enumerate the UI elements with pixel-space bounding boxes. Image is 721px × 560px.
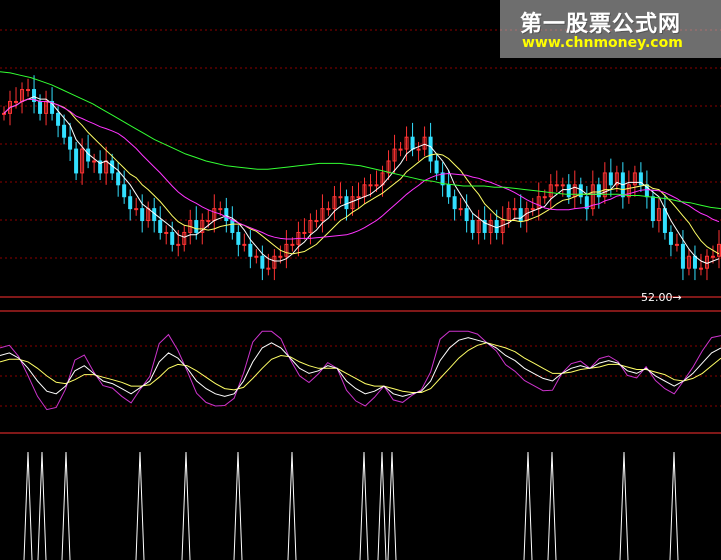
candle-body [680,243,685,269]
candle-body [314,220,319,223]
candle-body [710,255,715,258]
candle-body [434,160,439,174]
candle-body [260,255,265,269]
candle-body [278,255,283,258]
candle-body [74,148,79,174]
low-price-label: 52.00→ [641,291,682,304]
ma-trend-line [0,71,721,210]
candle-body [92,160,97,163]
candle-body [494,220,499,233]
candle-body [248,243,253,257]
candle-body [596,184,601,198]
candle-body [446,184,451,198]
osc-d-line [0,342,721,393]
candle-body [68,136,73,150]
candle-body [218,208,223,211]
candle-body [116,172,121,186]
candle-body [692,255,697,269]
signal-spike [547,451,557,560]
signal-spike [387,451,397,560]
signal-spike [23,451,33,560]
candle-body [254,255,259,258]
candle-body [650,196,655,222]
watermark-title: 第一股票公式网 [520,12,682,37]
candle-body [374,184,379,187]
candle-body [452,196,457,210]
candle-body [470,220,475,233]
candle-body [542,196,547,199]
candle-body [458,208,463,211]
watermark-url: www.chnmoney.com [522,35,683,51]
candle-body [674,243,679,246]
signal-spike [181,451,191,560]
candle-body [128,196,133,210]
signal-spikes [23,451,679,560]
candle-body [206,220,211,223]
candle-body [170,231,175,245]
signal-spike [233,451,243,560]
oscillator-lines [0,330,721,411]
candle-body [62,124,67,138]
candle-body [518,208,523,222]
candle-body [26,89,31,92]
candle-body [56,112,61,126]
candle-body [194,220,199,233]
candle-body [668,231,673,245]
candle-body [14,100,19,103]
low-price-value: 52.00 [641,291,673,304]
panel-separators [0,296,721,434]
candle-body [302,231,307,234]
candle-body [416,148,421,151]
candle-body [554,184,559,187]
candle-body [236,231,241,245]
candle-body [368,184,373,187]
grid-lines [0,29,721,407]
low-arrow-icon: → [672,291,682,304]
candle-body [698,267,703,270]
candle-body [410,136,415,150]
candle-body [344,196,349,210]
signal-spike [523,451,533,560]
moving-averages [0,71,721,264]
candle-body [38,100,43,114]
chart-canvas [0,29,721,560]
candle-body [608,172,613,186]
candle-body [428,136,433,162]
signal-spike [37,451,47,560]
signal-spike [287,451,297,560]
candle-body [266,267,271,270]
candle-body [242,243,247,246]
signal-spike [135,451,145,560]
candle-body [140,208,145,222]
candle-body [530,208,535,211]
candle-body [164,231,169,234]
candle-body [2,112,6,115]
candle-body [176,243,181,246]
signal-spike [619,451,629,560]
candle-body [224,208,229,222]
candle-body [512,208,517,211]
osc-raw-line [0,330,721,411]
signal-spike [377,451,387,560]
candle-body [326,208,331,211]
candle-body [122,184,127,198]
signal-spike [61,451,71,560]
candle-body [338,196,343,199]
signal-spike [669,451,679,560]
candle-body [560,184,565,187]
candle-body [290,243,295,246]
signal-spike [359,451,369,560]
candle-body [398,148,403,151]
candle-body [356,196,361,199]
candle-body [464,208,469,222]
watermark-banner: 第一股票公式网 www.chnmoney.com [500,0,721,58]
candle-body [566,184,571,198]
candle-body [662,208,667,233]
candle-body [134,208,139,211]
candle-body [230,220,235,233]
candle-body [158,220,163,233]
